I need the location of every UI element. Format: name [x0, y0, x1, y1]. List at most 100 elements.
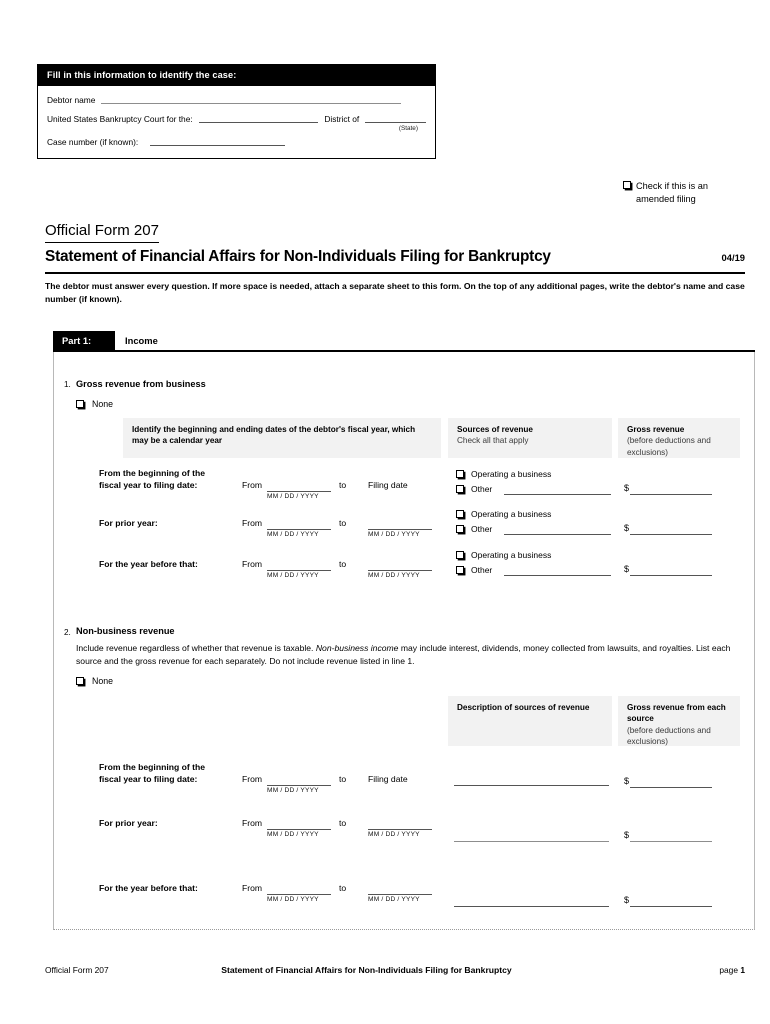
case-number-label: Case number (if known): — [47, 136, 139, 147]
q1-row-1-to-input[interactable] — [368, 529, 432, 530]
q1-row-2-label: For the year before that: — [99, 559, 239, 571]
footer-page-indicator: page 1 — [719, 965, 745, 975]
debtor-name-row: Debtor name — [47, 95, 426, 104]
question-2-description: Include revenue regardless of whether th… — [76, 642, 736, 667]
q2-row-1-amount-input[interactable] — [630, 841, 712, 842]
q1-row-2-option-1-checkbox[interactable] — [456, 551, 464, 559]
q2-row-0-from-hint: MM / DD / YYYY — [267, 787, 319, 794]
page-footer: Official Form 207 Statement of Financial… — [45, 965, 745, 975]
footer-page-number: 1 — [740, 965, 745, 975]
instructions: The debtor must answer every question. I… — [45, 280, 745, 305]
q1-row-1-option-1[interactable]: Operating a business — [456, 509, 551, 519]
question-2-desc-part2: may include interest, dividends, money c… — [398, 643, 586, 653]
question-1-none-label: None — [92, 399, 114, 409]
q1-row-1-to-hint: MM / DD / YYYY — [368, 531, 420, 538]
q1-row-0-from-word: From — [242, 480, 263, 490]
q1-row-2-option-2-checkbox[interactable] — [456, 566, 464, 574]
q2-row-2-to-word: to — [339, 883, 347, 893]
q2-row-2-from-word: From — [242, 883, 263, 893]
part-1-bar: Part 1: Income — [53, 331, 755, 350]
q1-header-gross-sub: (before deductions and exclusions) — [627, 436, 711, 457]
q1-row-1-option-1-checkbox[interactable] — [456, 510, 464, 518]
q1-row-1-option-2-input[interactable] — [504, 534, 611, 535]
q1-row-0-option-2-checkbox[interactable] — [456, 485, 464, 493]
q2-row-1-label-line1: For prior year: — [99, 818, 158, 828]
q1-row-0-option-1-checkbox[interactable] — [456, 470, 464, 478]
case-box-header: Fill in this information to identify the… — [38, 65, 435, 86]
q2-row-0-from-word: From — [242, 774, 263, 784]
question-1-none-checkbox[interactable] — [76, 400, 84, 408]
amended-filing-block[interactable]: Check if this is an amended filing — [623, 180, 753, 205]
q1-header-sources-sub: Check all that apply — [457, 436, 529, 446]
q2-header-description-title: Description of sources of revenue — [457, 703, 590, 712]
question-2-none-checkbox[interactable] — [76, 677, 84, 685]
amended-filing-checkbox[interactable] — [623, 181, 631, 189]
q2-row-1-from-input[interactable] — [267, 829, 331, 830]
q1-row-2-to-input[interactable] — [368, 570, 432, 571]
q1-row-0-option-1[interactable]: Operating a business — [456, 469, 551, 479]
q1-row-0-to-value: Filing date — [368, 480, 408, 490]
q1-row-0-amount-input[interactable] — [630, 494, 712, 495]
q1-row-2-amount-input[interactable] — [630, 575, 712, 576]
q1-row-2-from-word: From — [242, 559, 263, 569]
footer-page-word: page — [719, 965, 738, 975]
q1-header-dates-text: Identify the beginning and ending dates … — [132, 425, 416, 446]
district-input[interactable] — [365, 114, 426, 123]
q1-row-0-to-word: to — [339, 480, 347, 490]
q1-row-0-option-2-input[interactable] — [504, 494, 611, 495]
question-2-none-label: None — [92, 676, 114, 686]
q2-row-2-from-input[interactable] — [267, 894, 331, 895]
question-1-none-row[interactable]: None — [76, 399, 113, 409]
instructions-line-1: The debtor must answer every question. I… — [45, 281, 608, 291]
q1-row-1-from-input[interactable] — [267, 529, 331, 530]
q1-row-1-amount-input[interactable] — [630, 534, 712, 535]
case-number-input[interactable] — [150, 137, 286, 146]
q1-row-2-option-2-input[interactable] — [504, 575, 611, 576]
q1-row-1-option-2-label: Other — [471, 524, 493, 534]
q2-row-1-to-input[interactable] — [368, 829, 432, 830]
q1-row-0-option-2[interactable]: Other — [456, 484, 492, 494]
q1-row-0-currency: $ — [624, 483, 630, 493]
q1-row-2-option-2[interactable]: Other — [456, 565, 492, 575]
district-label: District of — [324, 113, 360, 124]
q2-row-2-currency: $ — [624, 895, 630, 905]
q1-row-1-option-2[interactable]: Other — [456, 524, 492, 534]
q2-row-1-from-hint: MM / DD / YYYY — [267, 831, 319, 838]
question-2-heading: Non-business revenue — [76, 626, 175, 636]
q2-row-0-description-input[interactable] — [454, 785, 609, 786]
court-input[interactable] — [198, 114, 319, 123]
question-1-heading: Gross revenue from business — [76, 379, 206, 389]
q1-row-2-from-input[interactable] — [267, 570, 331, 571]
q1-row-2-label-line1: For the year before that: — [99, 559, 198, 569]
q1-row-1-from-word: From — [242, 518, 263, 528]
q2-row-2-description-input[interactable] — [454, 906, 609, 907]
q1-row-0-from-input[interactable] — [267, 491, 331, 492]
question-2-desc-part1: Include revenue regardless of whether th… — [76, 643, 316, 653]
part-1-title: Income — [125, 335, 158, 346]
q1-header-sources: Sources of revenue Check all that apply — [448, 418, 612, 458]
q2-row-1-to-word: to — [339, 818, 347, 828]
q1-row-1-from-hint: MM / DD / YYYY — [267, 531, 319, 538]
q2-row-1-description-input[interactable] — [454, 841, 609, 842]
q2-row-2-to-hint: MM / DD / YYYY — [368, 896, 420, 903]
q2-row-0-currency: $ — [624, 776, 630, 786]
q2-row-0-label-line2: fiscal year to filing date: — [99, 773, 198, 784]
q2-row-2-amount-input[interactable] — [630, 906, 712, 907]
q2-row-0-amount-input[interactable] — [630, 787, 712, 788]
case-box-body: Debtor name United States Bankruptcy Cou… — [38, 86, 435, 158]
q2-row-0-from-input[interactable] — [267, 785, 331, 786]
amended-filing-label: Check if this is an amended filing — [636, 181, 708, 204]
debtor-name-input[interactable] — [101, 95, 402, 104]
question-2-none-row[interactable]: None — [76, 676, 113, 686]
q1-row-2-option-1[interactable]: Operating a business — [456, 550, 551, 560]
q2-row-2-from-hint: MM / DD / YYYY — [267, 896, 319, 903]
part-1-tag: Part 1: — [53, 331, 115, 350]
q2-header-gross-sub: (before deductions and exclusions) — [627, 725, 711, 747]
q1-row-1-option-2-checkbox[interactable] — [456, 525, 464, 533]
q2-row-2-to-input[interactable] — [368, 894, 432, 895]
state-hint: (State) — [398, 125, 418, 132]
q2-row-1-currency: $ — [624, 830, 630, 840]
question-1-number: 1. — [64, 380, 71, 389]
q1-row-1-label: For prior year: — [99, 518, 229, 530]
footer-form-title: Statement of Financial Affairs for Non-I… — [221, 965, 512, 975]
